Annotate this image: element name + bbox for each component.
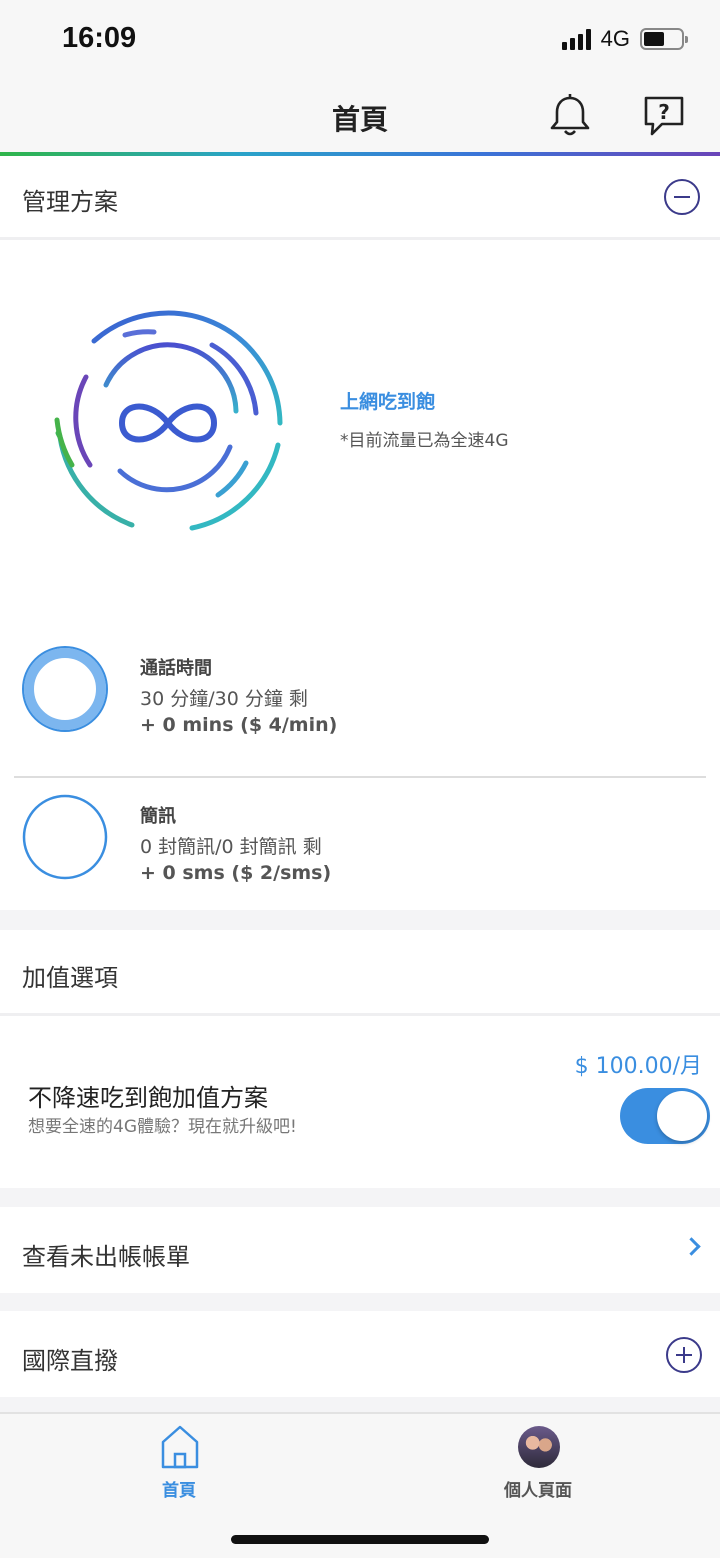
call-usage-ring (22, 646, 108, 732)
nav-bar: 首頁 ? (0, 80, 720, 154)
signal-icon (561, 28, 591, 50)
sms-usage-extra: + 0 sms ($ 2/sms) (140, 862, 332, 884)
sms-usage-title: 簡訊 (140, 806, 176, 827)
call-usage-remaining: 30 分鐘/30 分鐘 剩 (140, 688, 308, 710)
call-usage-title: 通話時間 (140, 658, 212, 679)
unbilled-bill-row[interactable]: 查看未出帳帳單 (0, 1207, 720, 1293)
home-indicator (231, 1535, 489, 1544)
sms-usage-ring (22, 794, 108, 880)
unlimited-plan-note: *目前流量已為全速4G (340, 431, 509, 451)
home-icon[interactable] (160, 1424, 200, 1470)
battery-icon (640, 28, 688, 50)
addons-title: 加值選項 (22, 964, 118, 992)
addons-header: 加值選項 (0, 930, 720, 1016)
manage-plan-header[interactable]: 管理方案 (0, 156, 720, 240)
collapse-icon[interactable] (664, 179, 700, 215)
unbilled-bill-title: 查看未出帳帳單 (22, 1243, 190, 1271)
tab-home[interactable]: 首頁 (162, 1476, 196, 1501)
tab-profile[interactable]: 個人頁面 (504, 1476, 572, 1501)
expand-icon[interactable] (666, 1337, 702, 1373)
manage-plan-title: 管理方案 (22, 188, 118, 216)
status-time: 16:09 (62, 22, 137, 54)
toggle-knob (657, 1091, 707, 1141)
network-type: 4G (600, 26, 630, 51)
help-chat-icon[interactable]: ? (640, 92, 688, 140)
unlimited-plan-title: 上網吃到飽 (340, 391, 436, 413)
addon-toggle[interactable] (620, 1088, 710, 1144)
call-usage-item: 通話時間 30 分鐘/30 分鐘 剩 + 0 mins ($ 4/min) (0, 638, 720, 768)
call-usage-extra: + 0 mins ($ 4/min) (140, 714, 338, 736)
idd-title: 國際直撥 (22, 1347, 118, 1375)
divider (14, 776, 706, 778)
status-bar: 16:09 4G (0, 0, 720, 80)
status-indicators: 4G (561, 26, 688, 52)
addon-description: 想要全速的4G體驗？現在就升級吧! (28, 1117, 297, 1137)
addon-name: 不降速吃到飽加值方案 (28, 1084, 268, 1112)
unlimited-data-icon (54, 310, 283, 531)
page-title: 首頁 (331, 103, 388, 136)
avatar[interactable] (518, 1426, 560, 1468)
svg-text:?: ? (658, 100, 670, 124)
bell-icon[interactable] (546, 92, 594, 140)
sms-usage-item: 簡訊 0 封簡訊/0 封簡訊 剩 + 0 sms ($ 2/sms) (0, 786, 720, 916)
addon-price: $ 100.00/月 (574, 1054, 702, 1079)
sms-usage-remaining: 0 封簡訊/0 封簡訊 剩 (140, 836, 322, 858)
idd-row[interactable]: 國際直撥 (0, 1311, 720, 1397)
